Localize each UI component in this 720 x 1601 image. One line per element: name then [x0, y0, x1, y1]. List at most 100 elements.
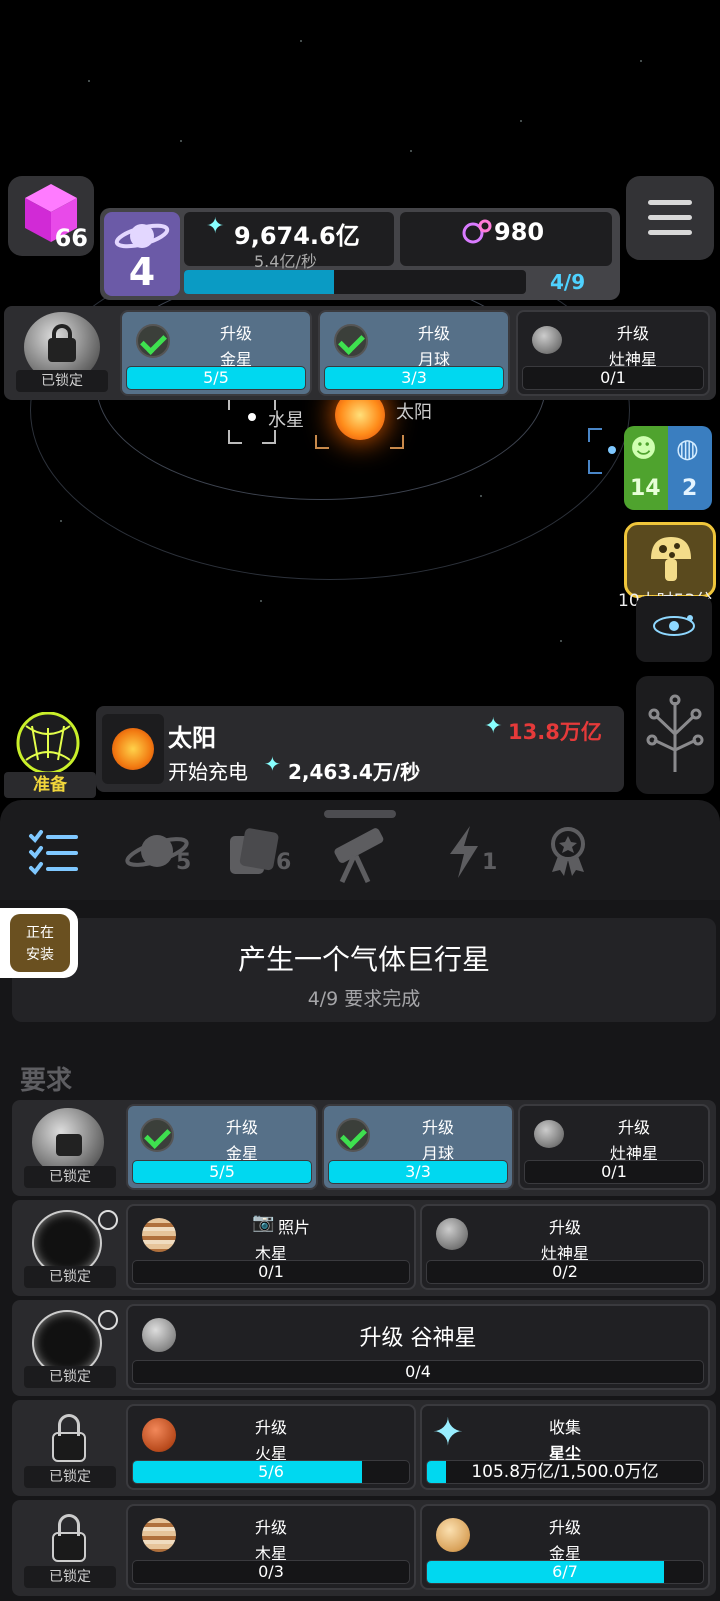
- sparkle-icon: ✦: [206, 214, 225, 239]
- top-req-moon[interactable]: 升级 月球 3/3: [318, 310, 510, 396]
- req-vesta-2[interactable]: 升级 灶神星 0/2: [420, 1204, 710, 1290]
- req-progress-bar: 105.8万亿/1,500.0万亿: [426, 1460, 704, 1484]
- req-jupiter[interactable]: 升级 木星 0/3: [126, 1504, 416, 1590]
- locked-reward[interactable]: 已锁定: [10, 310, 114, 396]
- req-action: 升级: [421, 1118, 454, 1137]
- saturn-icon: [114, 223, 170, 249]
- top-req-venus[interactable]: 升级 金星 5/5: [120, 310, 312, 396]
- req-progress: 0/1: [258, 1262, 284, 1281]
- selected-body-panel[interactable]: 太阳 ✦ 13.8万亿 开始充电 ✦ 2,463.4万/秒: [96, 706, 624, 792]
- cube-currency-button[interactable]: 66: [8, 176, 94, 256]
- req-progress: 5/6: [258, 1462, 284, 1481]
- mercury-bracket-br: [262, 430, 276, 444]
- row-locked-reward[interactable]: 已锁定: [18, 1306, 122, 1392]
- req-progress-bar: 0/1: [132, 1260, 410, 1284]
- dino-count: 14: [630, 476, 661, 501]
- menu-button[interactable]: [626, 176, 714, 260]
- locked-label: 已锁定: [24, 1566, 116, 1588]
- rate-sparkle-icon: ✦: [264, 752, 281, 776]
- wormhole-icon: [16, 712, 80, 774]
- req-vesta[interactable]: 升级 灶神星 0/1: [518, 1104, 710, 1190]
- mercury-bracket-bl: [228, 430, 242, 444]
- req-progress: 3/3: [401, 368, 427, 387]
- req-action: 升级: [548, 1218, 581, 1237]
- req-progress-bar: 3/3: [324, 366, 504, 390]
- installing-line2: 安装: [26, 947, 54, 963]
- req-progress: 0/1: [600, 368, 626, 387]
- venus-bracket-bl: [588, 460, 602, 474]
- req-progress: 5/5: [209, 1162, 235, 1181]
- stardust-rate: 5.4亿/秒: [254, 252, 317, 271]
- lock-icon: [52, 1432, 86, 1462]
- req-action: 照片: [278, 1218, 311, 1237]
- orbit-view-button[interactable]: [636, 596, 712, 662]
- tab-energy-count: 1: [482, 850, 498, 875]
- req-progress-bar: 5/6: [132, 1460, 410, 1484]
- req-moon[interactable]: 升级 月球 3/3: [322, 1104, 514, 1190]
- selected-name: 太阳: [168, 724, 216, 752]
- req-action: 升级: [417, 324, 450, 343]
- req-venus-2[interactable]: 升级 金星 6/7: [420, 1504, 710, 1590]
- req-progress: 0/2: [552, 1262, 578, 1281]
- locked-label: 已锁定: [16, 370, 108, 392]
- drag-handle[interactable]: [324, 810, 396, 818]
- locked-label: 已锁定: [24, 1466, 116, 1488]
- venus-marker[interactable]: [608, 446, 616, 454]
- tab-telescope-icon[interactable]: [326, 820, 390, 884]
- req-action: 升级: [225, 1118, 258, 1137]
- mercury[interactable]: [248, 413, 256, 421]
- tech-tree-button[interactable]: [636, 676, 714, 794]
- req-action: 升级: [219, 324, 252, 343]
- level-badge[interactable]: 4: [104, 212, 180, 296]
- locked-label: 已锁定: [24, 1266, 116, 1288]
- lock-icon: [52, 1532, 86, 1562]
- installing-badge[interactable]: 正在 安装: [0, 908, 78, 978]
- req-progress: 3/3: [405, 1162, 431, 1181]
- req-photo-jupiter[interactable]: 📷 照片 木星 0/1: [126, 1204, 416, 1290]
- req-action: 升级: [254, 1518, 287, 1537]
- requirements-heading: 要求: [20, 1066, 73, 1096]
- selected-rate: 2,463.4万/秒: [288, 760, 421, 784]
- ready-button[interactable]: 准备: [2, 712, 96, 798]
- req-action: 收集: [548, 1418, 581, 1437]
- orbit-icon: [653, 615, 695, 636]
- sun-bracket-l: [315, 435, 329, 449]
- dino-panel: ☻ 14: [624, 426, 668, 510]
- cube-count: 66: [54, 224, 88, 252]
- req-progress-bar: 0/1: [524, 1160, 704, 1184]
- req-collect-stardust[interactable]: ✦ 收集 星尘 105.8万亿/1,500.0万亿: [420, 1404, 710, 1490]
- small-moon: [98, 1210, 118, 1230]
- stardust-cell[interactable]: ✦ 9,674.6亿 5.4亿/秒: [184, 212, 394, 271]
- req-action: 升级: [548, 1518, 581, 1537]
- level-number: 4: [128, 250, 156, 294]
- tab-achievements-icon[interactable]: [548, 826, 588, 878]
- top-req-vesta[interactable]: 升级 灶神星 0/1: [516, 310, 710, 396]
- tab-energy-icon[interactable]: [444, 824, 484, 880]
- req-venus[interactable]: 升级 金星 5/5: [126, 1104, 318, 1190]
- tab-tasks-icon[interactable]: [28, 828, 80, 876]
- mercury-label: 水星: [268, 410, 304, 431]
- row-locked-reward[interactable]: 已锁定: [18, 1106, 122, 1192]
- species-planets-button[interactable]: ☻ 14 ◍ 2: [624, 426, 712, 510]
- req-action: 升级: [616, 324, 649, 343]
- orbs-cell[interactable]: 980: [400, 212, 612, 266]
- req-progress: 0/3: [258, 1562, 284, 1581]
- req-progress-bar: 6/7: [426, 1560, 704, 1584]
- row-locked-reward[interactable]: 已锁定: [18, 1206, 122, 1292]
- tab-cards-count: 6: [276, 850, 292, 875]
- globe-count: 2: [682, 476, 698, 501]
- mushroom-icon: [651, 537, 691, 581]
- row-locked-reward[interactable]: 已锁定: [18, 1406, 122, 1492]
- globe-icon: ◍: [676, 434, 699, 464]
- globe-panel: ◍ 2: [668, 426, 712, 510]
- ready-label: 准备: [33, 775, 67, 795]
- bottom-tab-bar: 5 6 1: [0, 800, 720, 900]
- goal-subtitle: 4/9 要求完成: [307, 988, 421, 1010]
- req-ceres[interactable]: 升级 谷神星 0/4: [126, 1304, 710, 1390]
- lock-shackle: [52, 324, 72, 344]
- sun-bracket-r: [390, 435, 404, 449]
- row-locked-reward[interactable]: 已锁定: [18, 1506, 122, 1592]
- req-mars[interactable]: 升级 火星 5/6: [126, 1404, 416, 1490]
- venus-bracket-tl: [588, 428, 602, 442]
- req-progress-bar: 0/2: [426, 1260, 704, 1284]
